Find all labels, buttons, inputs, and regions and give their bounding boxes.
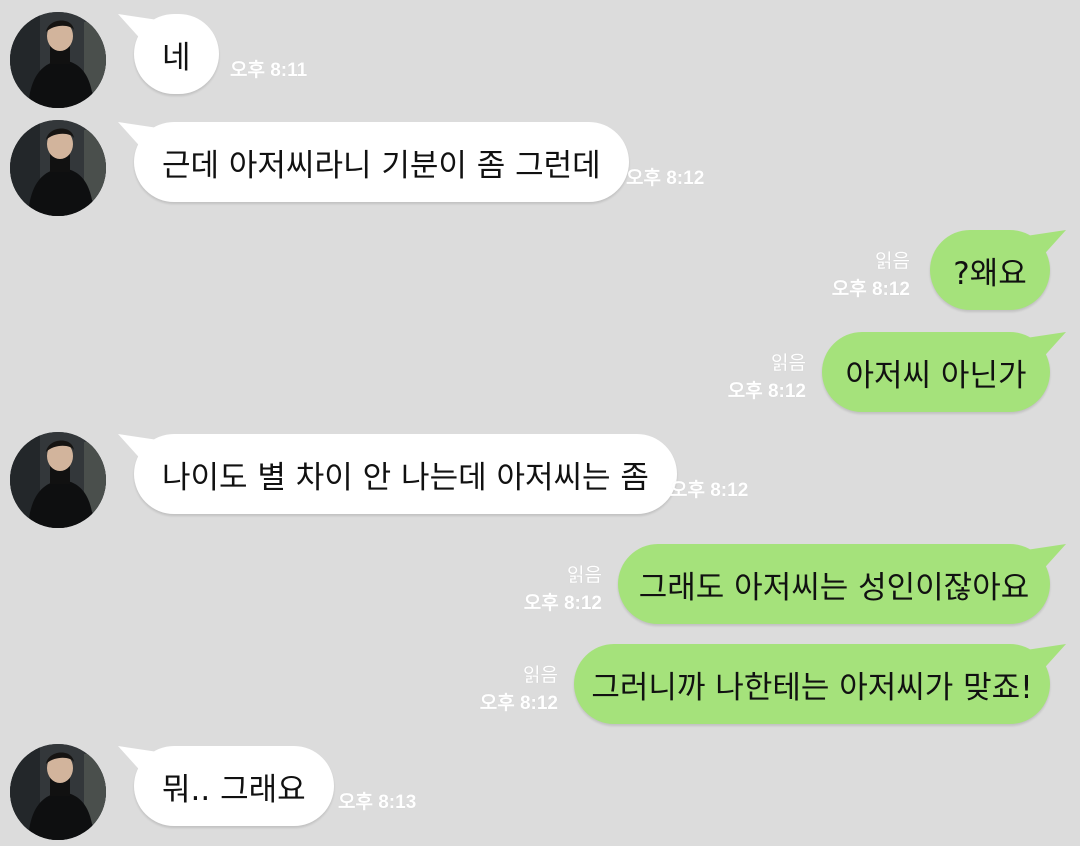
message-bubble[interactable]: ?왜요 [930,230,1066,310]
message-time: 오후 8:12 [670,480,749,501]
message-bubble[interactable]: 그래도 아저씨는 성인이잖아요 [618,544,1066,624]
bubble-tail [118,434,158,474]
avatar[interactable] [10,744,106,840]
bubble-tail [1026,332,1066,372]
message-meta: 읽음 오후 8:12 [728,350,806,406]
message-bubble[interactable]: 뭐.. 그래요 [118,746,334,826]
message-text: 나이도 별 차이 안 나는데 아저씨는 좀 [162,459,649,496]
read-receipt: 읽음 [771,353,806,374]
message-text: 뭐.. 그래요 [162,771,306,808]
message-time: 오후 8:12 [626,168,705,189]
avatar[interactable] [10,12,106,108]
bubble-tail [1026,230,1066,270]
message-bubble[interactable]: 그러니까 나한테는 아저씨가 맞죠! [574,644,1066,724]
bubble-tail [118,122,158,162]
message-text: ?왜요 [953,255,1027,292]
bubble-tail [118,746,158,786]
bubble-tail [1026,644,1066,684]
message-time: 오후 8:12 [523,593,602,614]
message-time: 오후 8:13 [338,792,417,813]
avatar[interactable] [10,120,106,216]
message-time: 오후 8:11 [230,60,308,81]
avatar[interactable] [10,432,106,528]
chat-window: 네 오후 8:11 근데 아저씨라니 기분이 좀 그런데 오후 8:12 읽음 … [0,0,1080,846]
message-meta: 읽음 오후 8:12 [524,562,602,618]
bubble-tail [1026,544,1066,584]
message-text: 아저씨 아닌가 [845,357,1027,394]
message-text: 네 [162,39,191,76]
message-text: 그래도 아저씨는 성인이잖아요 [638,569,1030,606]
bubble-tail [118,14,158,54]
read-receipt: 읽음 [875,251,910,272]
message-time: 오후 8:12 [479,693,558,714]
read-receipt: 읽음 [523,665,558,686]
message-bubble[interactable]: 네 [118,14,219,94]
message-text: 근데 아저씨라니 기분이 좀 그런데 [162,147,601,184]
message-text: 그러니까 나한테는 아저씨가 맞죠! [591,669,1033,706]
message-bubble[interactable]: 근데 아저씨라니 기분이 좀 그런데 [118,122,629,202]
message-time: 오후 8:12 [831,279,910,300]
message-bubble[interactable]: 나이도 별 차이 안 나는데 아저씨는 좀 [118,434,677,514]
message-meta: 읽음 오후 8:12 [832,248,910,304]
message-time: 오후 8:12 [727,381,806,402]
message-bubble[interactable]: 아저씨 아닌가 [822,332,1066,412]
read-receipt: 읽음 [567,565,602,586]
message-meta: 읽음 오후 8:12 [480,662,558,718]
